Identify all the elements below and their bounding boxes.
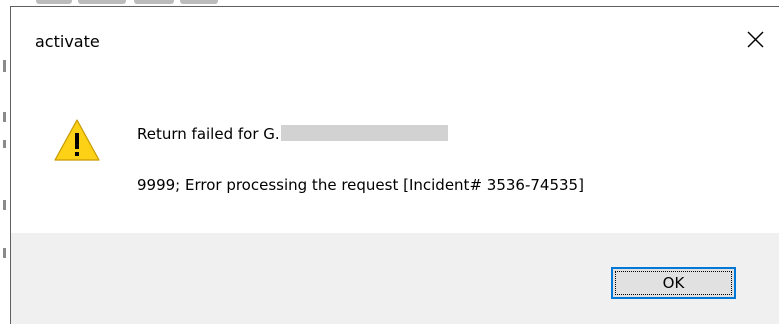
- button-bar: OK: [11, 233, 779, 324]
- redacted-block: [280, 125, 448, 141]
- background-mark: [3, 140, 6, 148]
- dialog-title: activate: [35, 32, 100, 51]
- warning-icon: [54, 119, 100, 161]
- ok-button-label: OK: [662, 274, 685, 292]
- message-line-1: Return failed for G.: [137, 125, 448, 143]
- close-button[interactable]: [733, 19, 779, 59]
- message-dialog: activate Return failed for G. 9999; Erro…: [10, 6, 779, 324]
- background-mark: [3, 60, 6, 72]
- background-mark: [3, 112, 6, 122]
- ok-button[interactable]: OK: [611, 267, 736, 299]
- background-window-text: [16, 0, 316, 4]
- title-bar[interactable]: activate: [11, 7, 779, 71]
- close-icon: [747, 31, 764, 48]
- background-mark: [3, 200, 6, 210]
- dialog-content: Return failed for G. 9999; Error process…: [11, 71, 779, 233]
- message-text-prefix: Return failed for G.: [137, 125, 280, 143]
- message-line-2: 9999; Error processing the request [Inci…: [137, 176, 584, 194]
- background-mark: [3, 248, 6, 258]
